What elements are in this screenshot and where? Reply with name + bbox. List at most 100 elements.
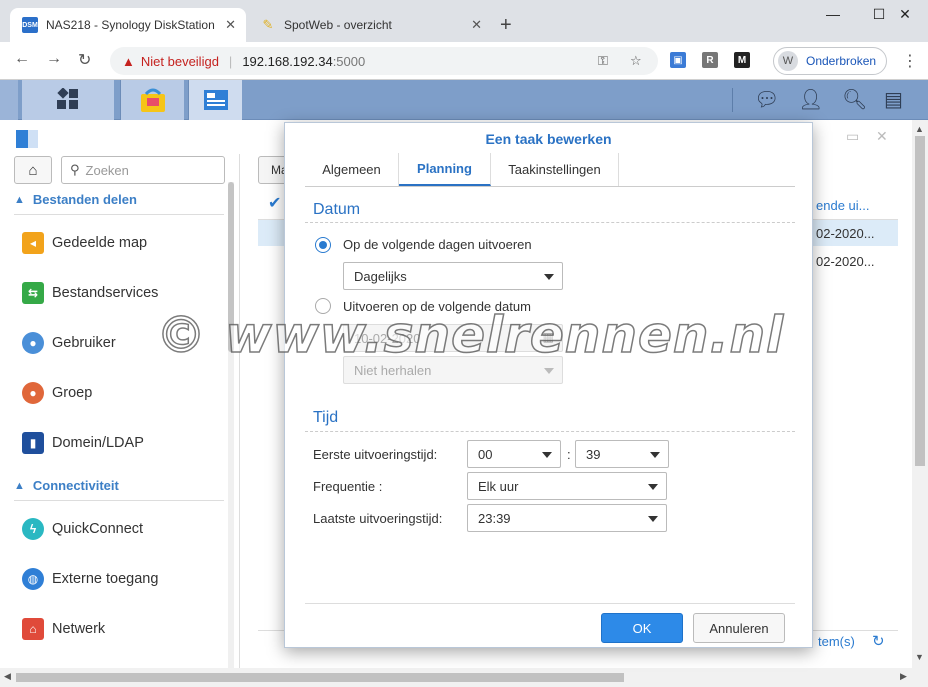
profile-label: Onderbroken — [806, 54, 877, 68]
star-icon[interactable]: ☆ — [630, 53, 642, 69]
profile-button[interactable]: W Onderbroken — [773, 47, 887, 75]
new-tab-button[interactable]: + — [500, 14, 512, 37]
scroll-down-icon[interactable]: ▼ — [915, 652, 924, 662]
page-horizontal-scrollbar[interactable]: ◀ ▶ — [0, 668, 928, 687]
days-select[interactable]: Dagelijks — [343, 262, 563, 290]
section-connectiviteit[interactable]: ▲ Connectiviteit — [14, 478, 119, 493]
scrollbar-thumb[interactable] — [16, 673, 624, 682]
radio-days-label[interactable]: Op de volgende dagen uitvoeren — [343, 237, 532, 252]
sidebar-item-bestandservices[interactable]: ⇆ Bestandservices — [22, 278, 158, 308]
sidebar-item-externe-toegang[interactable]: ◍ Externe toegang — [22, 564, 158, 594]
section-title: Connectiviteit — [32, 478, 119, 493]
chevron-down-icon — [648, 516, 658, 522]
sidebar-item-netwerk[interactable]: ⌂ Netwerk — [22, 614, 105, 644]
panel-divider — [239, 154, 240, 668]
edit-task-dialog: Een taak bewerken Algemeen Planning Taak… — [284, 122, 813, 648]
last-run-select[interactable]: 23:39 — [467, 504, 667, 532]
show-desktop-button[interactable] — [0, 80, 18, 120]
tab-nas218[interactable]: DSM NAS218 - Synology DiskStation ✕ — [10, 8, 246, 42]
section-bestanden-delen[interactable]: ▲ Bestanden delen — [14, 192, 137, 207]
section-title: Bestanden delen — [32, 192, 137, 207]
date-field[interactable]: 10-02-2020 ▦ — [343, 324, 563, 352]
section-divider — [305, 222, 795, 223]
address-toolbar: ← → ↻ ▲ Niet beveiligd | 192.168.192.34 … — [0, 42, 928, 80]
sidebar-item-domein-ldap[interactable]: ▮ Domein/LDAP — [22, 428, 144, 458]
control-panel-icon — [203, 90, 228, 110]
repeat-select[interactable]: Niet herhalen — [343, 356, 563, 384]
dsm-taskbar: 💬︎ 👤︎ 🔍︎ ▤ — [0, 80, 928, 120]
close-window-icon[interactable]: ✕ — [882, 6, 928, 23]
last-run-label: Laatste uitvoeringstijd: — [313, 511, 443, 526]
chat-icon[interactable]: 💬︎ — [754, 87, 779, 112]
chevron-down-icon — [650, 452, 660, 458]
frequency-label: Frequentie : — [313, 479, 383, 494]
page-vertical-scrollbar[interactable]: ▲ ▼ — [912, 120, 928, 668]
scroll-left-icon[interactable]: ◀ — [4, 671, 11, 682]
omnibox[interactable]: ▲ Niet beveiligd | 192.168.192.34 :5000 … — [110, 47, 658, 75]
group-icon: ● — [22, 382, 44, 404]
maximize-panel-icon[interactable]: ▭ — [846, 128, 859, 145]
sidebar-item-groep[interactable]: ● Groep — [22, 378, 92, 408]
ok-button[interactable]: OK — [601, 613, 683, 643]
calendar-icon[interactable]: ▦ — [543, 330, 554, 344]
widgets-icon[interactable]: ▤ — [884, 87, 903, 112]
tab-planning[interactable]: Planning — [399, 153, 491, 186]
security-label[interactable]: Niet beveiligd — [141, 54, 219, 69]
url-port: :5000 — [332, 53, 366, 69]
home-button[interactable]: ⌂ — [14, 156, 52, 184]
sidebar-item-gedeelde-map[interactable]: ◂ Gedeelde map — [22, 228, 147, 258]
radio-date-label[interactable]: Uitvoeren op de volgende datum — [343, 299, 531, 314]
scrollbar-thumb[interactable] — [915, 136, 925, 466]
network-icon: ⌂ — [22, 618, 44, 640]
grid-column-header[interactable]: ende ui... — [816, 198, 870, 213]
tab-close-icon[interactable]: ✕ — [471, 17, 482, 33]
quickconnect-icon: ϟ — [22, 518, 44, 540]
cancel-button[interactable]: Annuleren — [693, 613, 785, 643]
forward-icon[interactable]: → — [46, 50, 62, 68]
sidebar-scrollbar[interactable] — [228, 182, 234, 668]
frequency-select[interactable]: Elk uur — [467, 472, 667, 500]
first-run-hour-select[interactable]: 00 — [467, 440, 561, 468]
extension-r-icon[interactable]: R — [702, 52, 718, 68]
sidebar-item-label: Netwerk — [52, 621, 106, 637]
checkmark-icon[interactable]: ✔ — [268, 196, 284, 212]
minimize-icon[interactable]: — — [810, 6, 856, 22]
package-center-button[interactable] — [120, 80, 184, 120]
search-input[interactable]: ⚲ Zoeken — [61, 156, 225, 184]
scrollbar-thumb[interactable] — [228, 182, 234, 352]
refresh-icon[interactable]: ↻ — [872, 632, 885, 650]
extension-m-icon[interactable]: M — [734, 52, 750, 68]
first-run-minute-select[interactable]: 39 — [575, 440, 669, 468]
sidebar-item-quickconnect[interactable]: ϟ QuickConnect — [22, 514, 143, 544]
footer-divider — [305, 603, 795, 604]
tab-title: NAS218 - Synology DiskStation — [46, 18, 215, 32]
scroll-up-icon[interactable]: ▲ — [915, 124, 924, 134]
radio-days[interactable] — [315, 237, 331, 253]
tab-algemeen[interactable]: Algemeen — [305, 153, 399, 186]
section-divider — [14, 214, 224, 215]
main-menu-button[interactable] — [22, 80, 114, 120]
search-placeholder: Zoeken — [85, 162, 129, 178]
close-panel-icon[interactable]: ✕ — [876, 128, 888, 145]
menu-icon[interactable]: ⋮ — [902, 51, 918, 71]
omnibox-separator: | — [228, 53, 233, 69]
globe-icon: ◍ — [22, 568, 44, 590]
control-panel-taskbar-button[interactable] — [188, 80, 242, 120]
reload-icon[interactable]: ↻ — [78, 50, 91, 70]
chevron-down-icon — [544, 368, 554, 374]
first-run-hour-value: 00 — [478, 446, 493, 462]
first-run-label: Eerste uitvoeringstijd: — [313, 447, 438, 462]
sidebar-item-gebruiker[interactable]: ● Gebruiker — [22, 328, 116, 358]
browser-tab-strip: DSM NAS218 - Synology DiskStation ✕ ✎ Sp… — [0, 0, 928, 42]
radio-date[interactable] — [315, 298, 331, 314]
back-icon[interactable]: ← — [14, 50, 30, 68]
search-icon[interactable]: 🔍︎ — [842, 87, 867, 112]
tab-close-icon[interactable]: ✕ — [225, 17, 236, 33]
tab-spotweb[interactable]: ✎ SpotWeb - overzicht ✕ — [248, 8, 492, 42]
key-icon[interactable]: ⚿ — [598, 53, 608, 69]
sidebar-item-label: QuickConnect — [52, 521, 144, 537]
extension-icon[interactable]: ▣ — [670, 52, 686, 68]
scroll-right-icon[interactable]: ▶ — [900, 671, 907, 682]
tab-taakinstellingen[interactable]: Taakinstellingen — [491, 153, 619, 186]
user-icon[interactable]: 👤︎ — [798, 87, 823, 112]
